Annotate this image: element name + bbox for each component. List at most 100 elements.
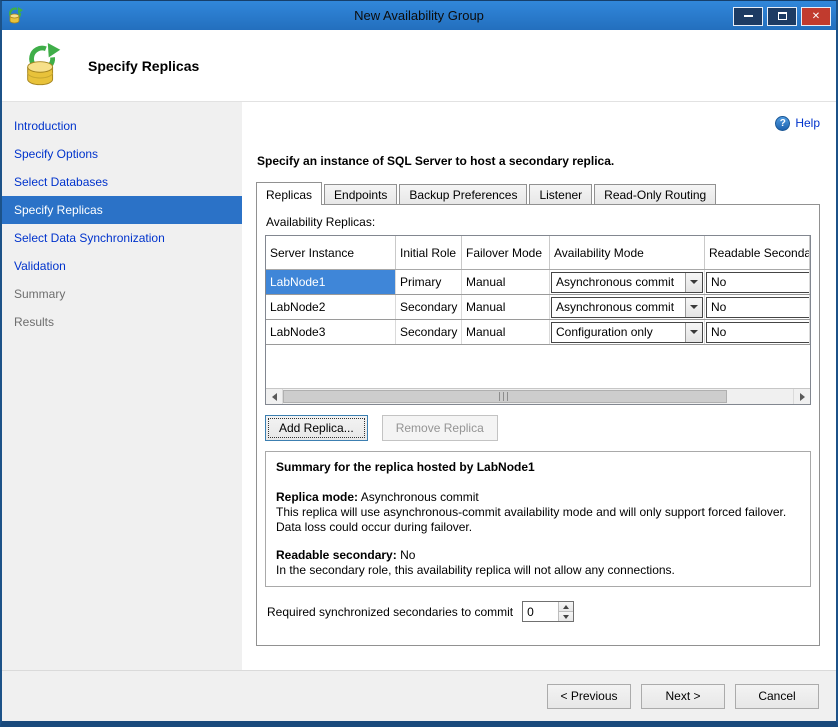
wizard-body: Introduction Specify Options Select Data…: [2, 102, 836, 670]
grid-header-row: Server Instance Initial Role Failover Mo…: [266, 236, 810, 270]
wizard-footer: < Previous Next > Cancel: [2, 670, 836, 721]
availability-group-icon: [20, 43, 66, 89]
wizard-header: Specify Replicas: [2, 30, 836, 102]
dropdown-arrow-button[interactable]: [685, 273, 702, 292]
tab-replicas[interactable]: Replicas: [256, 182, 322, 205]
readable-secondary-label: Readable secondary:: [276, 548, 397, 562]
horizontal-scrollbar[interactable]: [266, 388, 810, 404]
scroll-left-button[interactable]: [266, 389, 282, 404]
column-header-initial-role[interactable]: Initial Role: [396, 236, 462, 269]
window-title: New Availability Group: [2, 8, 836, 23]
readable-secondary-dropdown[interactable]: No: [706, 322, 810, 343]
cancel-button[interactable]: Cancel: [735, 684, 819, 709]
add-replica-button[interactable]: Add Replica...: [265, 415, 368, 441]
arrow-right-icon: [800, 393, 805, 401]
chevron-down-icon: [563, 615, 569, 619]
replicas-grid: Server Instance Initial Role Failover Mo…: [265, 235, 811, 405]
dropdown-arrow-button[interactable]: [685, 298, 702, 317]
readable-secondary-section: Readable secondary: No In the secondary …: [276, 548, 800, 578]
replicas-tab-panel: Availability Replicas: Server Instance I…: [256, 204, 820, 646]
readable-secondary-value: No: [707, 300, 810, 314]
spin-up-button[interactable]: [559, 602, 573, 611]
cell-initial-role[interactable]: Secondary: [396, 295, 462, 319]
cell-availability-mode: Asynchronous commit: [550, 270, 705, 294]
maximize-icon: [778, 12, 787, 20]
required-secondaries-label: Required synchronized secondaries to com…: [267, 605, 513, 619]
tab-listener[interactable]: Listener: [529, 184, 592, 204]
column-header-failover-mode[interactable]: Failover Mode: [462, 236, 550, 269]
scroll-right-button[interactable]: [794, 389, 810, 404]
cell-initial-role[interactable]: Secondary: [396, 320, 462, 344]
table-row-labnode1[interactable]: LabNode1 Primary Manual Asynchronous com…: [266, 270, 810, 295]
sidebar-item-introduction[interactable]: Introduction: [2, 112, 242, 140]
cell-availability-mode: Configuration only: [550, 320, 705, 344]
availability-mode-dropdown[interactable]: Asynchronous commit: [551, 272, 703, 293]
wizard-content: ? Help Specify an instance of SQL Server…: [242, 102, 836, 670]
cell-failover-mode[interactable]: Manual: [462, 320, 550, 344]
cell-server-instance[interactable]: LabNode3: [266, 320, 396, 344]
replicas-grid-body: Server Instance Initial Role Failover Mo…: [266, 236, 810, 388]
column-header-availability-mode[interactable]: Availability Mode: [550, 236, 705, 269]
chevron-up-icon: [563, 605, 569, 609]
availability-mode-dropdown[interactable]: Configuration only: [551, 322, 703, 343]
help-row: ? Help: [256, 102, 820, 132]
required-secondaries-spinner[interactable]: [522, 601, 574, 622]
required-secondaries-row: Required synchronized secondaries to com…: [265, 601, 811, 622]
table-row-labnode3[interactable]: LabNode3 Secondary Manual Configuration …: [266, 320, 810, 345]
minimize-icon: [744, 15, 753, 17]
spin-down-button[interactable]: [559, 611, 573, 621]
sidebar-item-specify-options[interactable]: Specify Options: [2, 140, 242, 168]
help-label: Help: [795, 116, 820, 130]
close-button[interactable]: ✕: [801, 7, 831, 26]
availability-replicas-label: Availability Replicas:: [266, 215, 811, 229]
cell-server-instance[interactable]: LabNode1: [266, 270, 396, 294]
availability-mode-dropdown[interactable]: Asynchronous commit: [551, 297, 703, 318]
cell-failover-mode[interactable]: Manual: [462, 295, 550, 319]
cell-readable-secondary: No: [705, 320, 810, 344]
readable-secondary-dropdown[interactable]: No: [706, 297, 810, 318]
tab-read-only-routing[interactable]: Read-Only Routing: [594, 184, 716, 204]
column-header-readable-secondary[interactable]: Readable Secondary: [705, 236, 810, 269]
scrollbar-track[interactable]: [282, 389, 794, 404]
minimize-button[interactable]: [733, 7, 763, 26]
readable-secondary-dropdown[interactable]: No: [706, 272, 810, 293]
sidebar-item-select-data-synchronization[interactable]: Select Data Synchronization: [2, 224, 242, 252]
help-link[interactable]: ? Help: [775, 116, 820, 131]
spinner-buttons: [558, 602, 573, 621]
previous-button[interactable]: < Previous: [547, 684, 631, 709]
sidebar-item-select-databases[interactable]: Select Databases: [2, 168, 242, 196]
arrow-left-icon: [272, 393, 277, 401]
scrollbar-thumb[interactable]: [283, 390, 727, 403]
cell-readable-secondary: No: [705, 295, 810, 319]
next-button[interactable]: Next >: [641, 684, 725, 709]
cell-initial-role[interactable]: Primary: [396, 270, 462, 294]
table-row-labnode2[interactable]: LabNode2 Secondary Manual Asynchronous c…: [266, 295, 810, 320]
required-secondaries-input[interactable]: [523, 602, 558, 621]
replica-mode-description: This replica will use asynchronous-commi…: [276, 505, 800, 535]
tab-endpoints[interactable]: Endpoints: [324, 184, 397, 204]
tab-backup-preferences[interactable]: Backup Preferences: [399, 184, 527, 204]
wizard-steps-sidebar: Introduction Specify Options Select Data…: [2, 102, 242, 670]
availability-mode-value: Asynchronous commit: [552, 275, 685, 289]
tab-strip: Replicas Endpoints Backup Preferences Li…: [256, 181, 820, 204]
cell-availability-mode: Asynchronous commit: [550, 295, 705, 319]
sidebar-item-summary: Summary: [2, 280, 242, 308]
sidebar-item-specify-replicas[interactable]: Specify Replicas: [2, 196, 242, 224]
sidebar-item-validation[interactable]: Validation: [2, 252, 242, 280]
column-header-server-instance[interactable]: Server Instance: [266, 236, 396, 269]
grip-icon: [499, 392, 510, 401]
instruction-text: Specify an instance of SQL Server to hos…: [256, 154, 820, 168]
cell-readable-secondary: No: [705, 270, 810, 294]
readable-secondary-value: No: [400, 548, 415, 562]
cell-server-instance[interactable]: LabNode2: [266, 295, 396, 319]
dropdown-arrow-button[interactable]: [685, 323, 702, 342]
readable-secondary-value: No: [707, 275, 810, 289]
cell-failover-mode[interactable]: Manual: [462, 270, 550, 294]
summary-title: Summary for the replica hosted by LabNod…: [276, 460, 800, 475]
remove-replica-button: Remove Replica: [382, 415, 498, 441]
page-title: Specify Replicas: [88, 58, 199, 74]
help-icon: ?: [775, 116, 790, 131]
replica-actions-row: Add Replica... Remove Replica: [265, 415, 811, 441]
maximize-button[interactable]: [767, 7, 797, 26]
readable-secondary-description: In the secondary role, this availability…: [276, 563, 800, 578]
